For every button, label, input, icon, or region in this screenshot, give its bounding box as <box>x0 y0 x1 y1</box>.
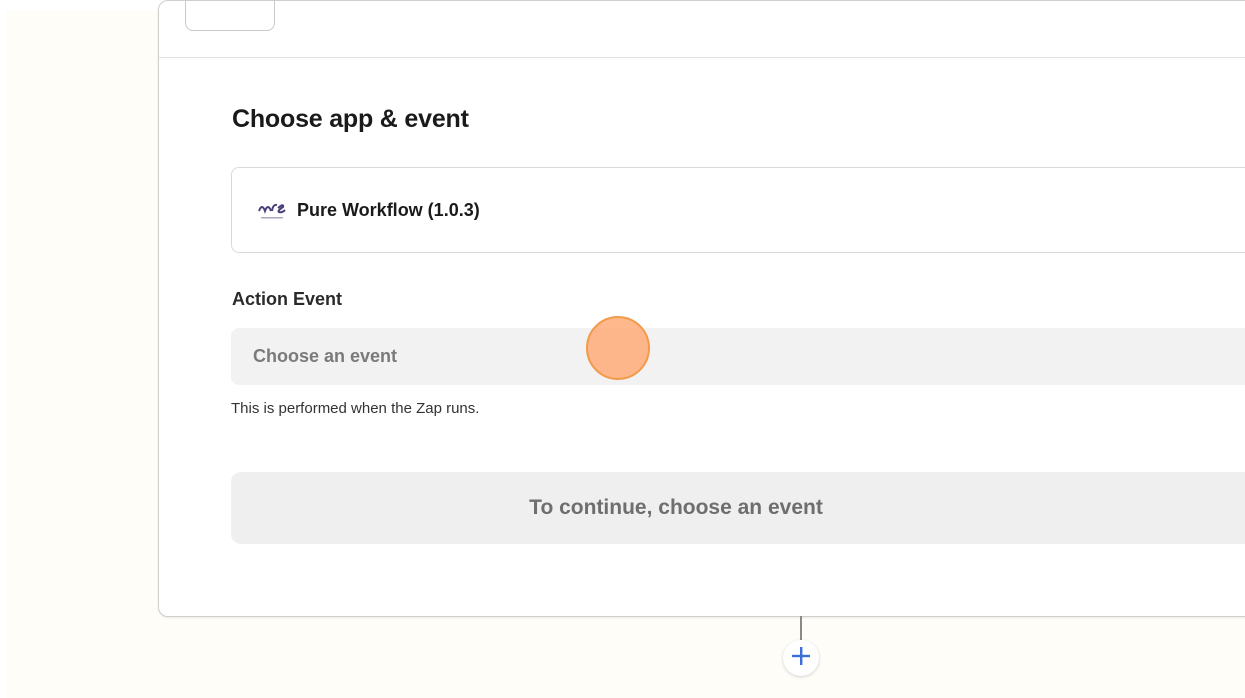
action-event-label: Action Event <box>232 289 343 309</box>
event-placeholder: Choose an event <box>253 346 398 366</box>
action-event-help-text: This is performed when the Zap runs. <box>231 400 480 417</box>
add-step-button[interactable] <box>783 640 819 676</box>
continue-button-label: To continue, choose an event <box>529 496 823 519</box>
step-editor-card: Choose app & event Pure Workflow (1.0.3)… <box>158 0 1245 617</box>
pure-workflow-logo-icon <box>257 195 287 225</box>
continue-button[interactable]: To continue, choose an event <box>231 472 1245 544</box>
step-connector-line <box>800 616 802 640</box>
click-indicator <box>586 316 650 380</box>
plus-icon <box>790 645 812 672</box>
app-selector[interactable]: Pure Workflow (1.0.3) <box>231 167 1245 253</box>
section-title: Choose app & event <box>232 105 469 133</box>
app-name: Pure Workflow (1.0.3) <box>297 199 480 220</box>
action-event-dropdown[interactable]: Choose an event <box>231 328 1245 385</box>
edit-chip[interactable] <box>185 1 275 31</box>
divider <box>159 57 1245 58</box>
